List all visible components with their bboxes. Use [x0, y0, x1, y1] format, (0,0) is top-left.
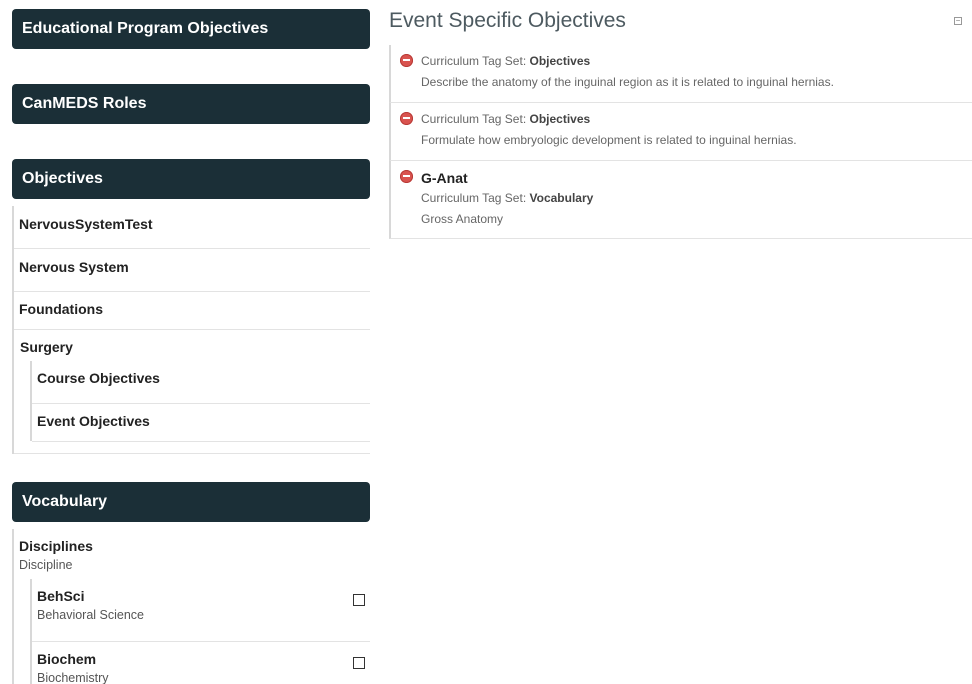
- objective-tag-set: Curriculum Tag Set: Objectives: [421, 54, 972, 68]
- disciplines-subtree: BehSci Behavioral Science Biochem Bioche…: [30, 579, 370, 684]
- biochem-checkbox[interactable]: [353, 657, 365, 669]
- vocabulary-tree: Disciplines Discipline BehSci Behavioral…: [12, 529, 370, 684]
- behsci-checkbox[interactable]: [353, 594, 365, 606]
- objective-item: G-Anat Curriculum Tag Set: Vocabulary Gr…: [389, 161, 972, 239]
- disciplines-title: Disciplines: [19, 538, 93, 554]
- behsci-name: Behavioral Science: [37, 608, 145, 622]
- page-title: Event Specific Objectives: [389, 9, 626, 32]
- objective-item: Curriculum Tag Set: Objectives Describe …: [389, 45, 972, 103]
- tag-set-prefix: Curriculum Tag Set:: [421, 54, 527, 68]
- tree-item-disciplines[interactable]: Disciplines Discipline: [14, 538, 370, 578]
- disciplines-subtitle: Discipline: [19, 558, 73, 572]
- tree-item-event-objectives[interactable]: Event Objectives: [32, 404, 370, 442]
- objective-tag-set: Curriculum Tag Set: Objectives: [421, 112, 972, 126]
- objectives-tree: NervousSystemTest Nervous System Foundat…: [12, 206, 370, 454]
- tree-item-surgery[interactable]: Surgery: [14, 330, 370, 360]
- tree-item-biochem[interactable]: Biochem Biochemistry: [32, 642, 370, 684]
- tree-item-behsci[interactable]: BehSci Behavioral Science: [32, 579, 370, 642]
- collapse-icon[interactable]: −: [954, 17, 962, 25]
- tree-item-nervous-system[interactable]: Nervous System: [14, 249, 370, 292]
- tag-set-name: Objectives: [529, 54, 591, 68]
- objectives-tree-bottom-border: [14, 453, 370, 454]
- biochem-name: Biochemistry: [37, 671, 109, 684]
- objective-item: Curriculum Tag Set: Objectives Formulate…: [389, 103, 972, 161]
- sidebar: Educational Program Objectives CanMEDS R…: [12, 0, 370, 684]
- main-panel: Event Specific Objectives − Curriculum T…: [389, 0, 972, 684]
- vocabulary-header[interactable]: Vocabulary: [12, 482, 370, 522]
- objective-description: Describe the anatomy of the inguinal reg…: [421, 75, 834, 89]
- tree-item-nervoussystemtest[interactable]: NervousSystemTest: [14, 206, 370, 249]
- surgery-subtree: Course Objectives Event Objectives: [30, 361, 370, 442]
- behsci-code: BehSci: [37, 588, 85, 604]
- objective-description: Formulate how embryologic development is…: [421, 133, 797, 147]
- canmeds-roles-header[interactable]: CanMEDS Roles: [12, 84, 370, 124]
- tag-set-name: Objectives: [529, 112, 591, 126]
- objective-tag-set: Curriculum Tag Set: Vocabulary: [421, 191, 972, 205]
- biochem-code: Biochem: [37, 651, 97, 667]
- remove-icon[interactable]: [400, 54, 413, 67]
- tree-item-course-objectives[interactable]: Course Objectives: [32, 361, 370, 404]
- educational-program-objectives-header[interactable]: Educational Program Objectives: [12, 9, 370, 49]
- tag-set-name: Vocabulary: [529, 191, 594, 205]
- tag-set-prefix: Curriculum Tag Set:: [421, 112, 527, 126]
- remove-icon[interactable]: [400, 112, 413, 125]
- tree-item-foundations[interactable]: Foundations: [14, 292, 370, 330]
- objectives-header[interactable]: Objectives: [12, 159, 370, 199]
- remove-icon[interactable]: [400, 170, 413, 183]
- objective-description: Gross Anatomy: [421, 212, 504, 226]
- tag-set-prefix: Curriculum Tag Set:: [421, 191, 527, 205]
- objective-title: G-Anat: [421, 170, 468, 186]
